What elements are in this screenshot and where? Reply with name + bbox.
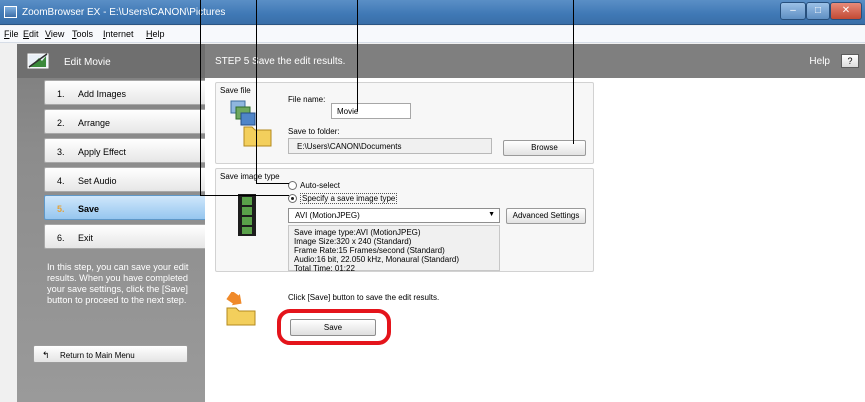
maximize-button[interactable]: □ — [806, 2, 830, 20]
save-image-type-group-title: Save image type — [220, 172, 280, 181]
save-folder-icon — [226, 292, 256, 326]
step-arrange[interactable]: 2. Arrange — [44, 109, 209, 134]
info-line: Audio:16 bit, 22.050 kHz, Monaural (Stan… — [294, 255, 459, 264]
callout-line — [256, 183, 289, 184]
step-label: Apply Effect — [78, 147, 126, 157]
save-instruction: Click [Save] button to save the edit res… — [288, 293, 440, 302]
menu-tools[interactable]: Tools — [72, 29, 93, 39]
main-panel: STEP 5 Save the edit results. Help ? Sav… — [205, 44, 865, 402]
menu-bar: File Edit View Tools Internet Help — [0, 26, 865, 43]
step-label: Set Audio — [78, 176, 117, 186]
step-number: 6. — [57, 233, 65, 243]
step-number: 2. — [57, 118, 65, 128]
advanced-settings-button[interactable]: Advanced Settings — [506, 208, 586, 224]
save-file-group-title: Save file — [220, 86, 251, 95]
step-title: STEP 5 Save the edit results. — [215, 56, 346, 67]
menu-view[interactable]: View — [45, 29, 64, 39]
callout-line — [357, 0, 358, 111]
step-number: 4. — [57, 176, 65, 186]
return-label: Return to Main Menu — [60, 351, 135, 360]
window-title: ZoomBrowser EX - E:\Users\CANON\Pictures — [22, 7, 226, 18]
step-save[interactable]: 5. Save — [44, 195, 209, 220]
help-button[interactable]: ? — [841, 54, 859, 68]
step-label: Save — [78, 204, 100, 214]
step-label: Arrange — [78, 118, 111, 128]
step-number: 1. — [57, 89, 65, 99]
callout-line — [200, 0, 201, 196]
save-file-icon — [230, 100, 272, 147]
info-line: Save image type:AVI (MotionJPEG) — [294, 228, 421, 237]
step-help-text: In this step, you can save your edit res… — [47, 262, 189, 305]
image-type-value: AVI (MotionJPEG) — [295, 211, 360, 220]
image-type-info: Save image type:AVI (MotionJPEG) Image S… — [288, 225, 500, 273]
specify-type-radio[interactable]: Specify a save image type — [288, 193, 398, 204]
sidebar-header: Edit Movie — [17, 44, 205, 78]
radio-indicator — [288, 181, 297, 190]
step-add-images[interactable]: 1. Add Images — [44, 80, 209, 105]
menu-file[interactable]: File — [4, 29, 19, 39]
save-folder-path: E:\Users\CANON\Documents — [288, 138, 492, 154]
return-arrow-icon: ↰ — [42, 350, 50, 360]
info-line: Frame Rate:15 Frames/second (Standard) — [294, 246, 445, 255]
save-file-group: Save file File name: Movie Save to folde… — [215, 82, 594, 164]
dropdown-arrow-icon: ▼ — [488, 211, 495, 218]
step-set-audio[interactable]: 4. Set Audio — [44, 167, 209, 192]
step-apply-effect[interactable]: 3. Apply Effect — [44, 138, 209, 163]
auto-select-radio[interactable]: Auto-select — [288, 181, 340, 190]
minimize-button[interactable]: – — [780, 2, 806, 20]
film-strip-icon — [238, 194, 256, 236]
main-header: STEP 5 Save the edit results. Help ? — [205, 44, 865, 78]
return-to-main-menu-button[interactable]: ↰ Return to Main Menu — [33, 345, 188, 363]
sidebar-title: Edit Movie — [64, 57, 111, 68]
step-exit[interactable]: 6. Exit — [44, 224, 209, 249]
step-label: Exit — [78, 233, 94, 243]
info-line: Image Size:320 x 240 (Standard) — [294, 237, 412, 246]
file-name-label: File name: — [288, 95, 326, 104]
info-line: Total Time: 01:22 — [294, 264, 355, 273]
title-bar[interactable]: ZoomBrowser EX - E:\Users\CANON\Pictures… — [0, 0, 865, 25]
menu-help[interactable]: Help — [146, 29, 165, 39]
step-number: 3. — [57, 147, 65, 157]
step-number: 5. — [57, 204, 65, 214]
menu-edit[interactable]: Edit — [23, 29, 39, 39]
menu-internet[interactable]: Internet — [103, 29, 134, 39]
edit-movie-icon — [27, 53, 49, 69]
auto-select-label: Auto-select — [300, 181, 341, 190]
callout-line — [256, 0, 257, 184]
save-to-folder-label: Save to folder: — [288, 127, 340, 136]
step-label: Add Images — [78, 89, 127, 99]
radio-indicator — [288, 194, 297, 203]
file-name-input[interactable]: Movie — [331, 103, 411, 119]
callout-line — [200, 195, 289, 196]
app-window: ZoomBrowser EX - E:\Users\CANON\Pictures… — [0, 0, 865, 402]
help-label: Help — [809, 56, 830, 67]
specify-type-label: Specify a save image type — [300, 193, 398, 204]
close-button[interactable]: ✕ — [830, 2, 862, 20]
callout-line — [573, 0, 574, 144]
save-highlight-ring — [277, 309, 391, 345]
app-icon — [4, 6, 17, 18]
image-type-select[interactable]: AVI (MotionJPEG) ▼ — [288, 208, 500, 223]
